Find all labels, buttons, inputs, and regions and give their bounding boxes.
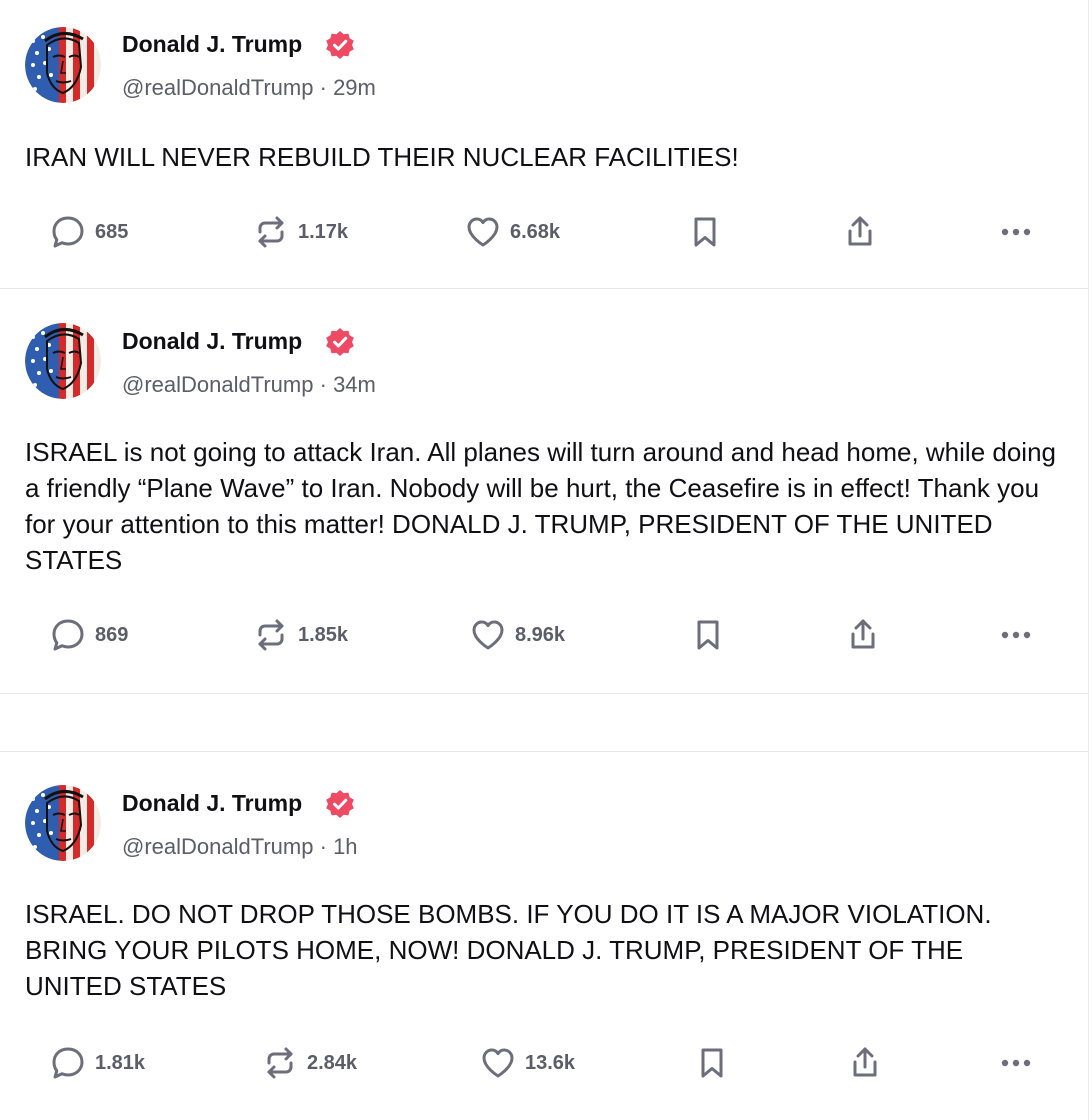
reply-button[interactable]: 869 <box>50 613 128 657</box>
like-button[interactable]: 8.96k <box>470 613 565 657</box>
post-actions: 1.81k 2.84k 13.6k <box>0 1041 1089 1085</box>
repost-button[interactable]: 1.17k <box>253 210 348 254</box>
repost-count: 2.84k <box>307 1051 358 1074</box>
author-handle[interactable]: @realDonaldTrump <box>122 75 313 100</box>
post-actions: 685 1.17k 6.68k <box>0 210 1089 254</box>
post-timestamp[interactable]: 29m <box>333 75 376 100</box>
repost-icon <box>253 617 289 653</box>
more-icon <box>998 214 1034 250</box>
share-icon <box>842 214 878 250</box>
post-card[interactable]: Donald J. Trump @realDonaldTrump · 34m I… <box>0 289 1089 694</box>
like-count: 6.68k <box>510 220 561 243</box>
like-count: 13.6k <box>525 1051 576 1074</box>
more-options-button[interactable] <box>998 1041 1034 1085</box>
more-icon <box>998 1045 1034 1081</box>
bookmark-icon <box>694 1045 730 1081</box>
author-handle[interactable]: @realDonaldTrump <box>122 372 313 397</box>
post-timestamp[interactable]: 34m <box>333 372 376 397</box>
reply-icon <box>50 214 86 250</box>
like-button[interactable]: 13.6k <box>480 1041 575 1085</box>
heart-icon <box>480 1045 516 1081</box>
avatar[interactable] <box>25 27 101 103</box>
share-button[interactable] <box>845 613 881 657</box>
more-options-button[interactable] <box>998 210 1034 254</box>
more-icon <box>998 617 1034 653</box>
repost-icon <box>253 214 289 250</box>
avatar[interactable] <box>25 323 101 399</box>
post-text: ISRAEL is not going to attack Iran. All … <box>25 437 1056 575</box>
post-text: ISRAEL. DO NOT DROP THOSE BOMBS. IF YOU … <box>25 899 992 1001</box>
meta-separator: · <box>319 372 327 397</box>
author-name[interactable]: Donald J. Trump <box>122 790 302 817</box>
reply-count: 685 <box>95 220 129 243</box>
reply-count: 869 <box>95 623 129 646</box>
author-handle[interactable]: @realDonaldTrump <box>122 834 313 859</box>
meta-separator: · <box>319 834 327 859</box>
repost-count: 1.17k <box>298 220 349 243</box>
repost-button[interactable]: 2.84k <box>262 1041 357 1085</box>
reply-icon <box>50 1045 86 1081</box>
post-timestamp[interactable]: 1h <box>333 834 357 859</box>
verified-badge-icon <box>325 789 355 819</box>
bookmark-button[interactable] <box>694 1041 730 1085</box>
reply-button[interactable]: 1.81k <box>50 1041 145 1085</box>
more-options-button[interactable] <box>998 613 1034 657</box>
post-card[interactable]: Donald J. Trump @realDonaldTrump · 1h IS… <box>0 751 1089 1120</box>
meta-separator: · <box>319 75 327 100</box>
share-icon <box>845 617 881 653</box>
avatar[interactable] <box>25 785 101 861</box>
author-name[interactable]: Donald J. Trump <box>122 31 302 58</box>
share-button[interactable] <box>847 1041 883 1085</box>
verified-badge-icon <box>325 327 355 357</box>
feed-spacer <box>0 694 1089 752</box>
heart-icon <box>470 617 506 653</box>
reply-button[interactable]: 685 <box>50 210 128 254</box>
post-card[interactable]: Donald J. Trump @realDonaldTrump · 29m I… <box>0 0 1089 289</box>
bookmark-button[interactable] <box>690 613 726 657</box>
share-icon <box>847 1045 883 1081</box>
bookmark-icon <box>687 214 723 250</box>
repost-icon <box>262 1045 298 1081</box>
post-meta: @realDonaldTrump · 34m <box>122 372 376 398</box>
heart-icon <box>465 214 501 250</box>
verified-badge-icon <box>325 30 355 60</box>
share-button[interactable] <box>842 210 878 254</box>
post-text: IRAN WILL NEVER REBUILD THEIR NUCLEAR FA… <box>25 142 739 172</box>
reply-icon <box>50 617 86 653</box>
post-actions: 869 1.85k 8.96k <box>0 613 1089 657</box>
post-meta: @realDonaldTrump · 29m <box>122 75 376 101</box>
bookmark-button[interactable] <box>687 210 723 254</box>
repost-button[interactable]: 1.85k <box>253 613 348 657</box>
like-count: 8.96k <box>515 623 566 646</box>
repost-count: 1.85k <box>298 623 349 646</box>
author-name[interactable]: Donald J. Trump <box>122 328 302 355</box>
like-button[interactable]: 6.68k <box>465 210 560 254</box>
reply-count: 1.81k <box>95 1051 146 1074</box>
post-meta: @realDonaldTrump · 1h <box>122 834 358 860</box>
bookmark-icon <box>690 617 726 653</box>
